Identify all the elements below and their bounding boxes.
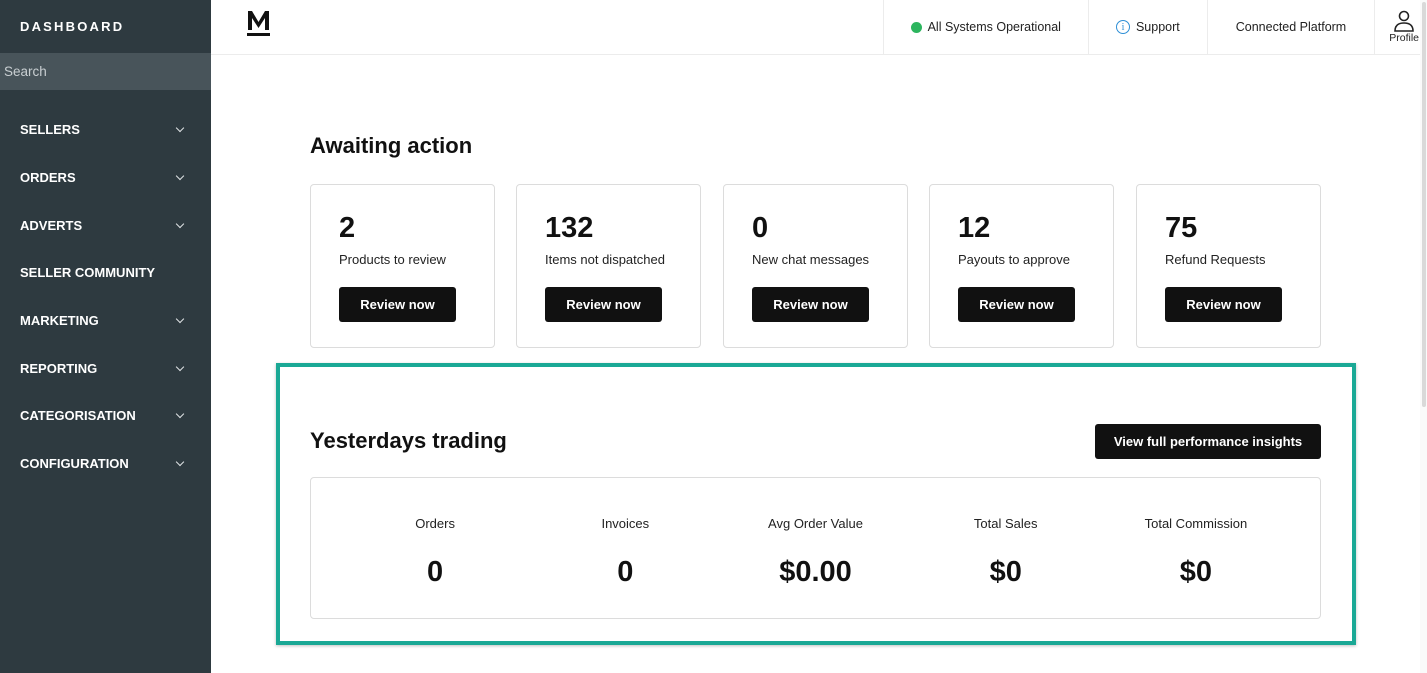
card-new-chat-messages: 0 New chat messages Review now [723, 184, 908, 348]
card-items-not-dispatched: 132 Items not dispatched Review now [516, 184, 701, 348]
search-bar [0, 53, 211, 90]
card-label: New chat messages [752, 252, 870, 267]
system-status-label: All Systems Operational [927, 20, 1061, 34]
stat-label: Total Sales [973, 516, 1038, 531]
sidebar-item-label: ADVERTS [20, 217, 83, 233]
m-logo-icon[interactable] [247, 10, 270, 36]
sidebar: DASHBOARD SELLERS ORDERS ADVERTS SELLER … [0, 0, 211, 673]
dashboard-title[interactable]: DASHBOARD [0, 0, 211, 53]
user-icon [1394, 10, 1414, 32]
trading-stats-panel: Orders 0 Invoices 0 Avg Order Value $0.0… [310, 477, 1321, 619]
stat-label: Invoices [601, 516, 650, 531]
review-now-button[interactable]: Review now [752, 287, 869, 322]
sidebar-item-label: CONFIGURATION [20, 456, 129, 472]
review-now-button[interactable]: Review now [958, 287, 1075, 322]
info-icon: i [1115, 20, 1130, 34]
stat-label: Orders [415, 516, 455, 531]
review-now-button[interactable]: Review now [339, 287, 456, 322]
sidebar-item-marketing[interactable]: MARKETING [0, 297, 211, 345]
chevron-down-icon [175, 314, 185, 324]
sidebar-item-label: SELLERS [20, 122, 80, 138]
stat-label: Avg Order Value [768, 516, 863, 531]
scrollbar-thumb[interactable] [1422, 2, 1426, 407]
card-products-to-review: 2 Products to review Review now [310, 184, 495, 348]
stat-label: Total Commission [1144, 516, 1248, 531]
stat-total-commission: Total Commission $0 [1101, 478, 1291, 618]
card-count: 0 [752, 212, 769, 244]
stat-invoices: Invoices 0 [530, 478, 720, 618]
card-label: Refund Requests [1165, 252, 1266, 267]
awaiting-action-title: Awaiting action [310, 133, 473, 158]
chevron-down-icon [175, 219, 185, 228]
chevron-down-icon [175, 171, 185, 181]
system-status[interactable]: All Systems Operational [882, 0, 1088, 54]
sidebar-item-label: SELLER COMMUNITY [20, 265, 156, 281]
card-count: 12 [958, 212, 991, 244]
sidebar-item-seller-community[interactable]: SELLER COMMUNITY [0, 249, 211, 297]
support-label: Support [1135, 20, 1180, 34]
sidebar-nav: SELLERS ORDERS ADVERTS SELLER COMMUNITY … [0, 106, 211, 488]
top-bar: All Systems Operational i Support Connec… [211, 0, 1427, 55]
profile-label: Profile [1389, 32, 1419, 44]
card-count: 132 [545, 212, 594, 244]
sidebar-item-label: CATEGORISATION [20, 408, 136, 424]
card-label: Products to review [339, 252, 446, 267]
stat-total-sales: Total Sales $0 [911, 478, 1101, 618]
sidebar-item-categorisation[interactable]: CATEGORISATION [0, 392, 211, 440]
connected-platform-link[interactable]: Connected Platform [1206, 0, 1374, 54]
sidebar-item-label: REPORTING [20, 360, 98, 376]
chevron-down-icon [175, 362, 185, 372]
status-dot-icon [910, 21, 922, 33]
card-count: 2 [339, 212, 356, 244]
sidebar-item-label: MARKETING [20, 313, 99, 329]
sidebar-item-reporting[interactable]: REPORTING [0, 344, 211, 392]
sidebar-item-label: ORDERS [20, 170, 76, 186]
sidebar-item-orders[interactable]: ORDERS [0, 154, 211, 202]
card-label: Items not dispatched [545, 252, 665, 267]
sidebar-item-adverts[interactable]: ADVERTS [0, 201, 211, 249]
card-count: 75 [1165, 212, 1198, 244]
review-now-button[interactable]: Review now [1165, 287, 1282, 322]
search-input[interactable] [4, 64, 204, 79]
stat-value: 0 [427, 556, 444, 588]
stat-avg-order-value: Avg Order Value $0.00 [720, 478, 910, 618]
card-refund-requests: 75 Refund Requests Review now [1136, 184, 1321, 348]
page-scrollbar[interactable] [1420, 0, 1427, 673]
connected-platform-label: Connected Platform [1235, 20, 1347, 34]
sidebar-item-sellers[interactable]: SELLERS [0, 106, 211, 154]
chevron-down-icon [175, 457, 185, 467]
card-payouts-to-approve: 12 Payouts to approve Review now [929, 184, 1114, 348]
stat-value: $0.00 [779, 556, 852, 588]
card-label: Payouts to approve [958, 252, 1071, 267]
yesterdays-trading-title: Yesterdays trading [310, 428, 507, 453]
review-now-button[interactable]: Review now [545, 287, 662, 322]
chevron-down-icon [175, 124, 185, 133]
stat-value: 0 [617, 556, 634, 588]
sidebar-item-configuration[interactable]: CONFIGURATION [0, 440, 211, 488]
stat-value: $0 [989, 556, 1022, 588]
view-performance-insights-button[interactable]: View full performance insights [1095, 424, 1321, 459]
stat-value: $0 [1179, 556, 1213, 588]
chevron-down-icon [175, 410, 185, 419]
support-link[interactable]: i Support [1087, 0, 1207, 54]
top-nav: All Systems Operational i Support Connec… [882, 0, 1427, 54]
stat-orders: Orders 0 [340, 478, 530, 618]
